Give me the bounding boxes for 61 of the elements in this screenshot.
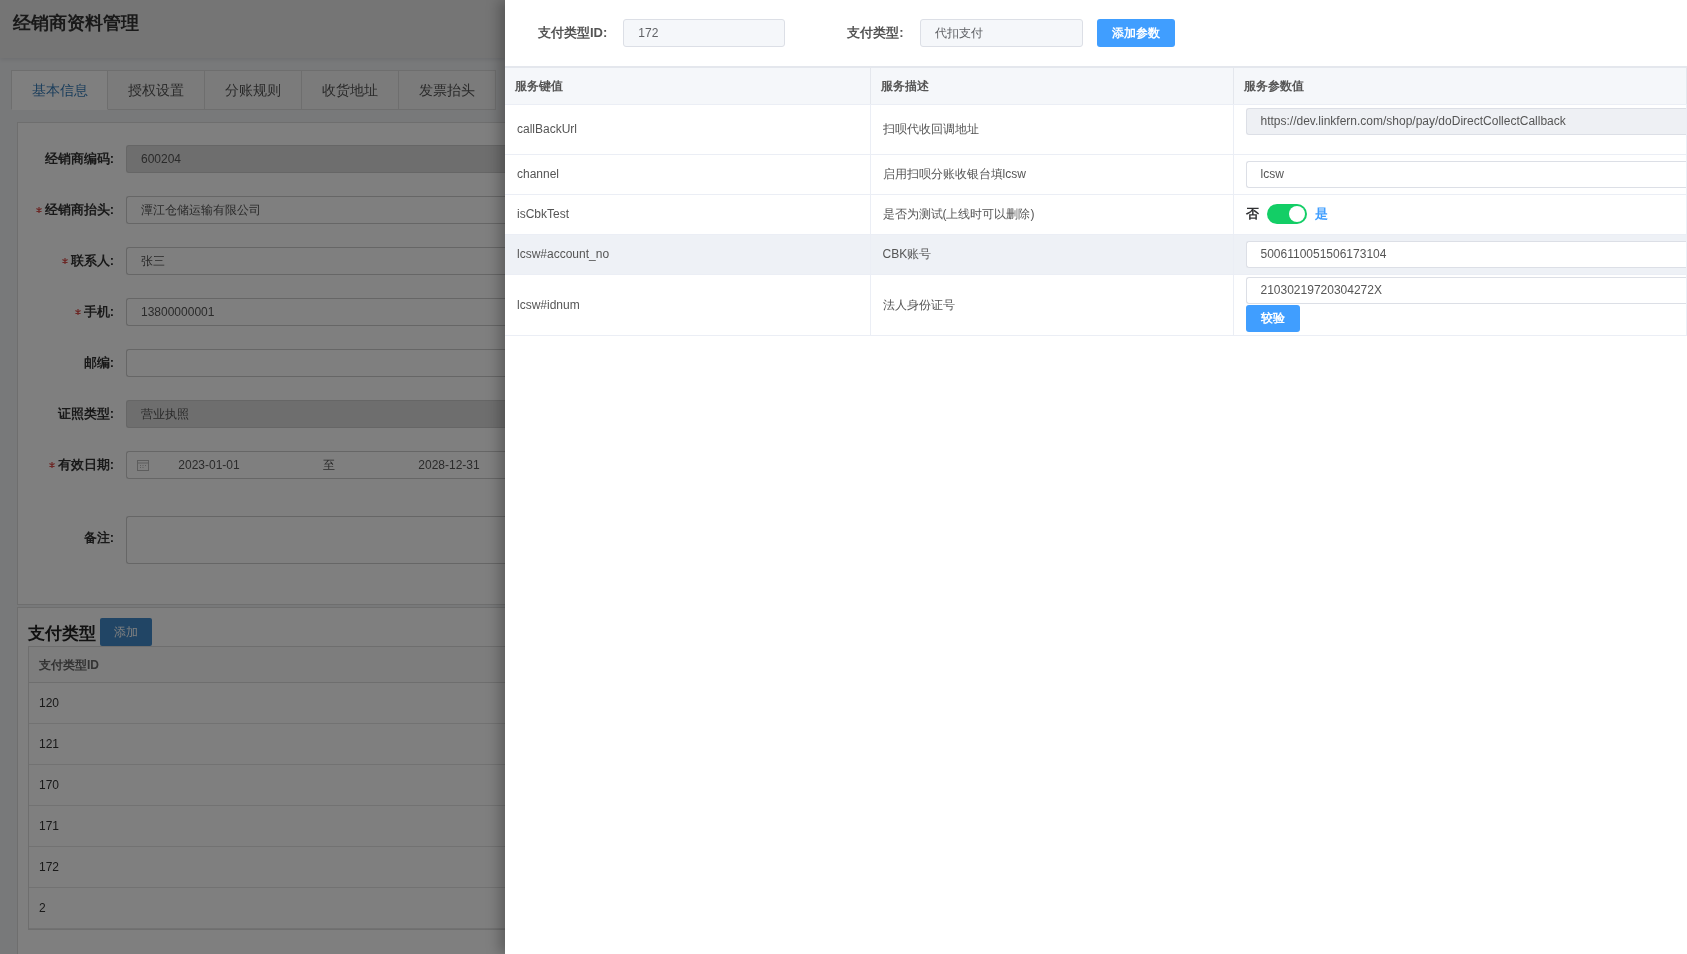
table-cell: 171	[29, 806, 505, 847]
input-field[interactable]: 潭江仓储运输有限公司	[126, 195, 505, 224]
field-label: 经销商编码:	[44, 149, 114, 168]
add-param-button[interactable]: 添加参数	[1096, 19, 1175, 47]
table-cell: callBackUrl	[517, 122, 577, 136]
date-text: 2028-12-31	[417, 456, 481, 474]
table-cell: channel	[517, 167, 560, 181]
input-field[interactable]	[126, 348, 505, 377]
input-field: https://dev.linkfern.com/shop/pay/doDirectCollectCallback	[1245, 107, 1686, 135]
field-label: 支付类型:	[847, 24, 904, 43]
table-cell: 121	[29, 724, 505, 765]
field-label: 有效日期:	[57, 455, 114, 474]
input-field[interactable]: 13800000001	[126, 297, 505, 326]
table-cell: 是否为测试(上线时可以删除)	[882, 207, 1035, 221]
input-field[interactable]: lcsw	[1245, 160, 1686, 188]
table-cell: lcsw#idnum	[517, 297, 580, 312]
input-field[interactable]: 21030219720304272X	[1245, 276, 1686, 304]
input-field: 600204	[126, 144, 505, 173]
field-label: 邮编:	[83, 353, 114, 372]
table-cell: 2	[29, 888, 505, 929]
section-title: 支付类型	[28, 622, 96, 645]
input-field: 营业执照	[126, 399, 505, 428]
switch-label: 否	[1245, 205, 1259, 224]
table-cell: 170	[29, 765, 505, 806]
table-cell: 120	[29, 683, 505, 724]
field-label: 证照类型:	[57, 404, 114, 423]
column-header: 服务参数值	[1233, 67, 1687, 104]
input-field: 172	[623, 19, 786, 47]
tab[interactable]: 发票抬头	[399, 70, 496, 110]
range-separator: 至	[322, 456, 336, 474]
date-text: 2023-01-01	[177, 456, 241, 474]
calendar-icon	[137, 458, 149, 471]
table-cell: 扫呗代收回调地址	[882, 122, 979, 136]
toggle-switch[interactable]	[1266, 204, 1307, 224]
verify-button[interactable]: 较验	[1245, 304, 1300, 332]
tab[interactable]: 分账规则	[205, 70, 302, 110]
table-cell: isCbkTest	[517, 207, 569, 221]
tab[interactable]: 授权设置	[108, 70, 205, 110]
tab[interactable]: 基本信息	[11, 70, 108, 110]
text-area[interactable]	[126, 516, 505, 564]
field-label: 支付类型ID:	[538, 24, 608, 43]
table-cell: 启用扫呗分账收银台填lcsw	[882, 167, 1026, 181]
switch-label: 是	[1314, 205, 1328, 224]
table-cell: lcsw#account_no	[517, 247, 610, 261]
input-field[interactable]: 5006110051506173104	[1245, 240, 1686, 268]
page-title: 经销商资料管理	[13, 12, 140, 35]
table-cell: CBK账号	[882, 247, 932, 261]
add-button[interactable]: 添加	[100, 618, 152, 646]
column-header: 服务描述	[870, 67, 1233, 104]
table-cell: 法人身份证号	[882, 297, 955, 312]
column-header: 服务键值	[505, 67, 870, 104]
table-cell: 172	[29, 847, 505, 888]
field-label: 备注:	[83, 529, 114, 547]
input-field: 代扣支付	[919, 19, 1083, 47]
overlay-mask[interactable]	[0, 0, 505, 954]
field-label: 经销商抬头:	[44, 200, 114, 219]
input-field[interactable]: 张三	[126, 246, 505, 275]
date-range-field[interactable]: 2023-01-01 至 2028-12-31	[126, 450, 505, 479]
field-label: 手机:	[83, 302, 114, 321]
field-label: 联系人:	[70, 251, 114, 270]
tab[interactable]: 收货地址	[302, 70, 399, 110]
